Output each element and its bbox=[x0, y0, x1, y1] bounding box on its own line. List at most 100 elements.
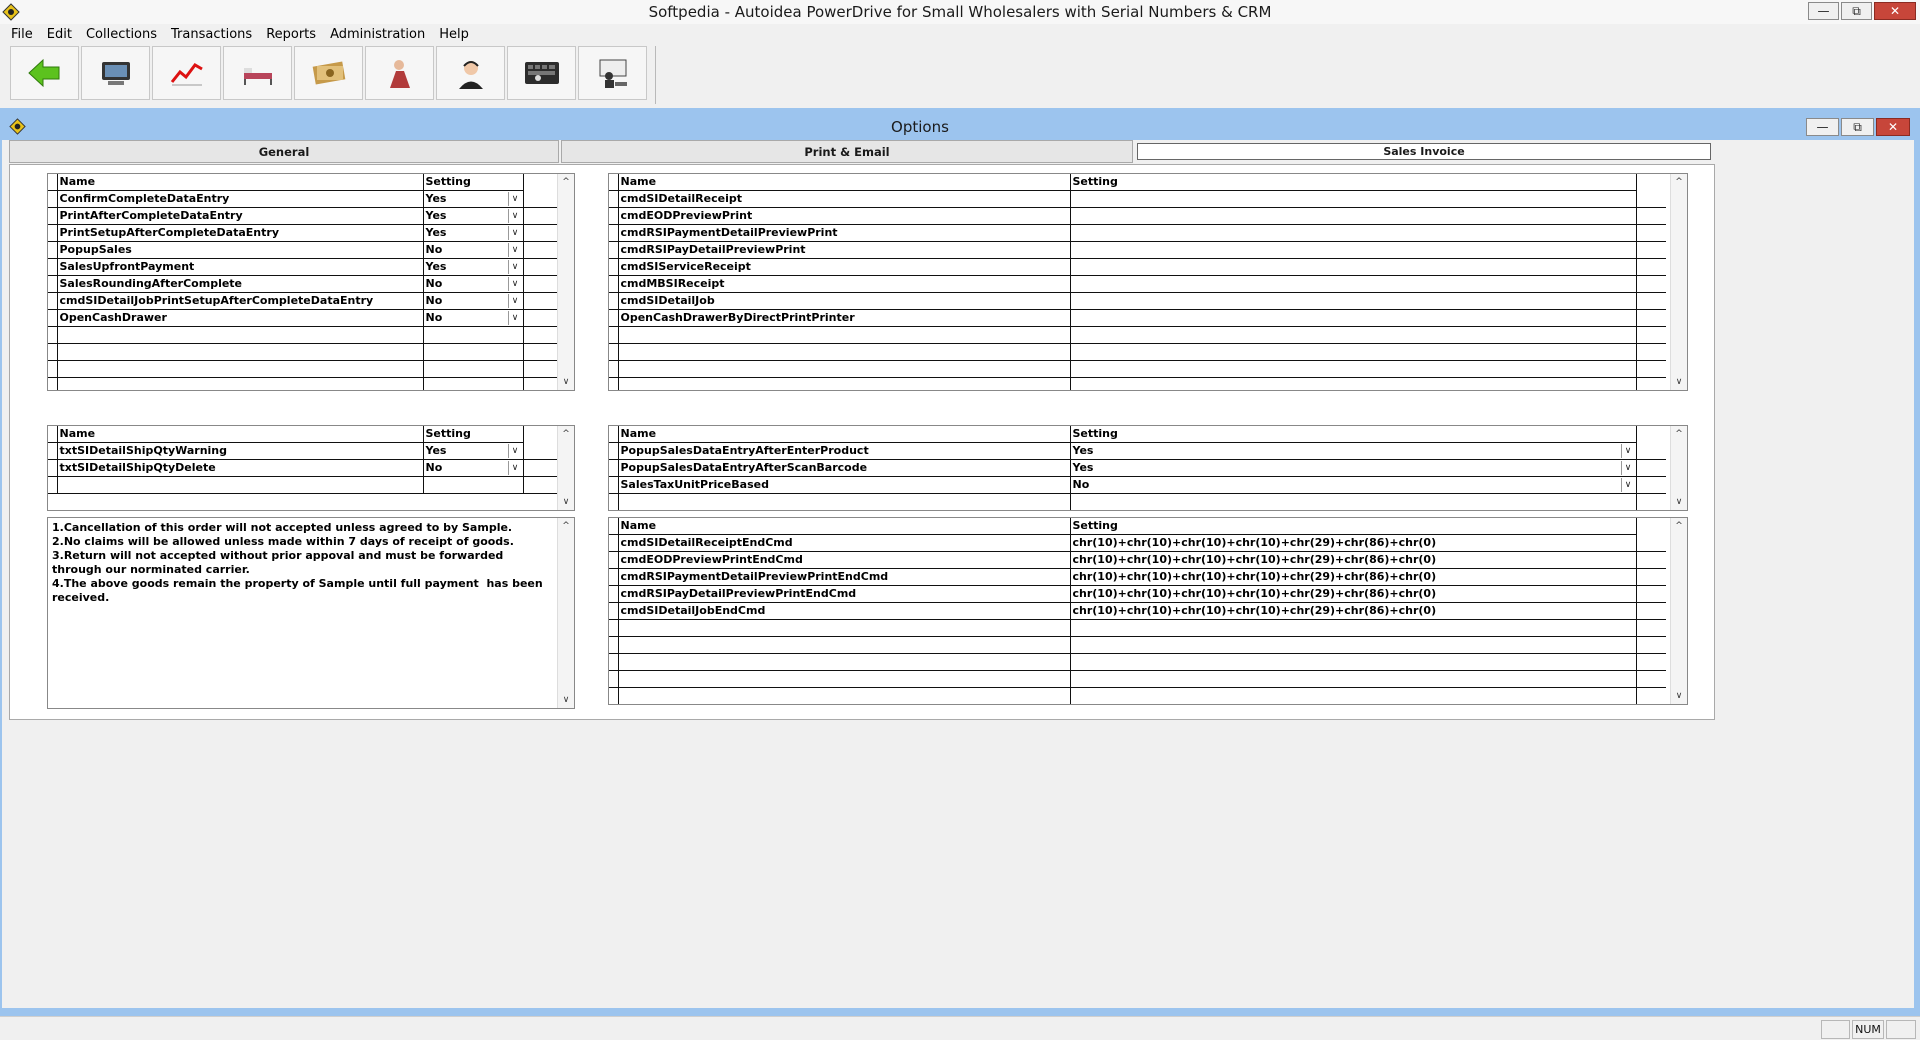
scroll-up-icon[interactable]: ^ bbox=[558, 519, 574, 533]
column-header-setting[interactable]: Setting bbox=[423, 426, 524, 443]
column-header-setting[interactable]: Setting bbox=[1070, 174, 1637, 191]
row-selector[interactable] bbox=[48, 360, 58, 378]
cell-name[interactable] bbox=[618, 687, 1071, 704]
terms-textbox[interactable]: 1.Cancellation of this order will not ac… bbox=[47, 517, 575, 709]
cell-setting[interactable]: Yes ∨ bbox=[423, 190, 524, 208]
table-row[interactable]: cmdSIDetailReceipt bbox=[609, 190, 1666, 208]
cell-name[interactable]: cmdEODPreviewPrintEndCmd bbox=[618, 551, 1071, 569]
cell-setting[interactable]: Yes ∨ bbox=[1070, 442, 1637, 460]
chevron-down-icon[interactable]: ∨ bbox=[507, 293, 522, 308]
table-row[interactable]: cmdSIDetailJobPrintSetupAfterCompleteDat… bbox=[48, 292, 557, 310]
cell-name[interactable]: SalesTaxUnitPriceBased bbox=[618, 476, 1071, 494]
cell-setting[interactable]: chr(10)+chr(10)+chr(10)+chr(10)+chr(29)+… bbox=[1070, 568, 1637, 586]
table-row[interactable] bbox=[48, 326, 557, 344]
toolbar-person-button[interactable] bbox=[365, 46, 434, 100]
table-row[interactable]: SalesRoundingAfterComplete No ∨ bbox=[48, 275, 557, 293]
cell-setting[interactable] bbox=[1070, 377, 1637, 390]
cell-setting[interactable] bbox=[1070, 275, 1637, 293]
chevron-down-icon[interactable]: ∨ bbox=[1620, 460, 1635, 475]
cell-name[interactable]: PopupSalesDataEntryAfterEnterProduct bbox=[618, 442, 1071, 460]
row-selector[interactable] bbox=[48, 442, 58, 460]
chevron-down-icon[interactable]: ∨ bbox=[1620, 477, 1635, 492]
menu-collections[interactable]: Collections bbox=[79, 27, 164, 42]
row-selector[interactable] bbox=[48, 292, 58, 310]
cell-name[interactable]: cmdSIDetailReceiptEndCmd bbox=[618, 534, 1071, 552]
scroll-down-icon[interactable]: ∨ bbox=[558, 495, 574, 509]
cell-setting[interactable]: chr(10)+chr(10)+chr(10)+chr(10)+chr(29)+… bbox=[1070, 534, 1637, 552]
cell-setting[interactable]: chr(10)+chr(10)+chr(10)+chr(10)+chr(29)+… bbox=[1070, 551, 1637, 569]
cell-name[interactable] bbox=[618, 619, 1071, 637]
cell-name[interactable]: SalesUpfrontPayment bbox=[57, 258, 424, 276]
column-header-name[interactable]: Name bbox=[618, 174, 1071, 191]
toolbar-back-button[interactable] bbox=[10, 46, 79, 100]
row-selector[interactable] bbox=[609, 377, 619, 390]
row-selector[interactable] bbox=[609, 241, 619, 259]
menu-reports[interactable]: Reports bbox=[259, 27, 323, 42]
cell-name[interactable]: txtSIDetailShipQtyDelete bbox=[57, 459, 424, 477]
table-row[interactable] bbox=[48, 476, 557, 494]
menu-transactions[interactable]: Transactions bbox=[164, 27, 259, 42]
row-selector[interactable] bbox=[48, 224, 58, 242]
chevron-down-icon[interactable]: ∨ bbox=[507, 191, 522, 206]
cell-name[interactable]: OpenCashDrawer bbox=[57, 309, 424, 327]
table-row[interactable] bbox=[48, 343, 557, 361]
table-row[interactable] bbox=[609, 493, 1666, 510]
cell-setting[interactable] bbox=[1070, 241, 1637, 259]
grid-scrollbar[interactable]: ^ ∨ bbox=[557, 174, 574, 390]
chevron-down-icon[interactable]: ∨ bbox=[507, 259, 522, 274]
table-row[interactable] bbox=[609, 636, 1666, 654]
cell-setting[interactable]: Yes ∨ bbox=[423, 442, 524, 460]
chevron-down-icon[interactable]: ∨ bbox=[507, 208, 522, 223]
table-row[interactable]: cmdRSIPayDetailPreviewPrint bbox=[609, 241, 1666, 259]
cell-name[interactable] bbox=[618, 326, 1071, 344]
child-restore-button[interactable]: ⧉ bbox=[1841, 118, 1874, 136]
cell-name[interactable]: ConfirmCompleteDataEntry bbox=[57, 190, 424, 208]
cell-setting[interactable] bbox=[423, 377, 524, 390]
cell-name[interactable] bbox=[618, 343, 1071, 361]
cell-setting[interactable] bbox=[1070, 326, 1637, 344]
cell-setting[interactable] bbox=[1070, 619, 1637, 637]
table-row[interactable]: SalesUpfrontPayment Yes ∨ bbox=[48, 258, 557, 276]
table-row[interactable] bbox=[609, 653, 1666, 671]
table-row[interactable]: txtSIDetailShipQtyWarning Yes ∨ bbox=[48, 442, 557, 460]
cell-setting[interactable] bbox=[1070, 309, 1637, 327]
grid-scrollbar[interactable]: ^ ∨ bbox=[1670, 174, 1687, 390]
cell-name[interactable] bbox=[618, 670, 1071, 688]
cell-setting[interactable]: No ∨ bbox=[423, 292, 524, 310]
table-row[interactable] bbox=[48, 377, 557, 390]
row-selector[interactable] bbox=[609, 476, 619, 494]
cell-name[interactable]: PrintSetupAfterCompleteDataEntry bbox=[57, 224, 424, 242]
child-minimize-button[interactable]: — bbox=[1806, 118, 1839, 136]
column-header-setting[interactable]: Setting bbox=[423, 174, 524, 191]
column-header-setting[interactable]: Setting bbox=[1070, 518, 1637, 535]
cell-name[interactable] bbox=[618, 653, 1071, 671]
row-selector[interactable] bbox=[609, 534, 619, 552]
cell-setting[interactable] bbox=[1070, 670, 1637, 688]
table-row[interactable] bbox=[609, 670, 1666, 688]
cell-name[interactable]: cmdSIServiceReceipt bbox=[618, 258, 1071, 276]
cell-setting[interactable] bbox=[423, 360, 524, 378]
row-selector[interactable] bbox=[609, 360, 619, 378]
table-row[interactable]: cmdSIServiceReceipt bbox=[609, 258, 1666, 276]
row-selector[interactable] bbox=[609, 653, 619, 671]
cell-name[interactable]: cmdSIDetailJobPrintSetupAfterCompleteDat… bbox=[57, 292, 424, 310]
tab-print-email[interactable]: Print & Email bbox=[561, 140, 1133, 163]
cell-setting[interactable] bbox=[1070, 224, 1637, 242]
cell-name[interactable]: cmdRSIPayDetailPreviewPrintEndCmd bbox=[618, 585, 1071, 603]
table-row[interactable] bbox=[609, 687, 1666, 704]
row-selector[interactable] bbox=[609, 258, 619, 276]
cell-setting[interactable]: Yes ∨ bbox=[1070, 459, 1637, 477]
row-selector[interactable] bbox=[609, 670, 619, 688]
row-selector[interactable] bbox=[48, 275, 58, 293]
row-selector[interactable] bbox=[48, 476, 58, 494]
row-selector[interactable] bbox=[609, 619, 619, 637]
table-row[interactable]: cmdSIDetailJob bbox=[609, 292, 1666, 310]
chevron-down-icon[interactable]: ∨ bbox=[507, 443, 522, 458]
row-selector[interactable] bbox=[609, 602, 619, 620]
menu-file[interactable]: File bbox=[4, 27, 40, 42]
tab-sales-invoice[interactable]: Sales Invoice bbox=[1137, 143, 1711, 160]
chevron-down-icon[interactable]: ∨ bbox=[507, 242, 522, 257]
table-row[interactable] bbox=[609, 360, 1666, 378]
cell-name[interactable]: txtSIDetailShipQtyWarning bbox=[57, 442, 424, 460]
table-row[interactable]: cmdSIDetailReceiptEndCmd chr(10)+chr(10)+… bbox=[609, 534, 1666, 552]
